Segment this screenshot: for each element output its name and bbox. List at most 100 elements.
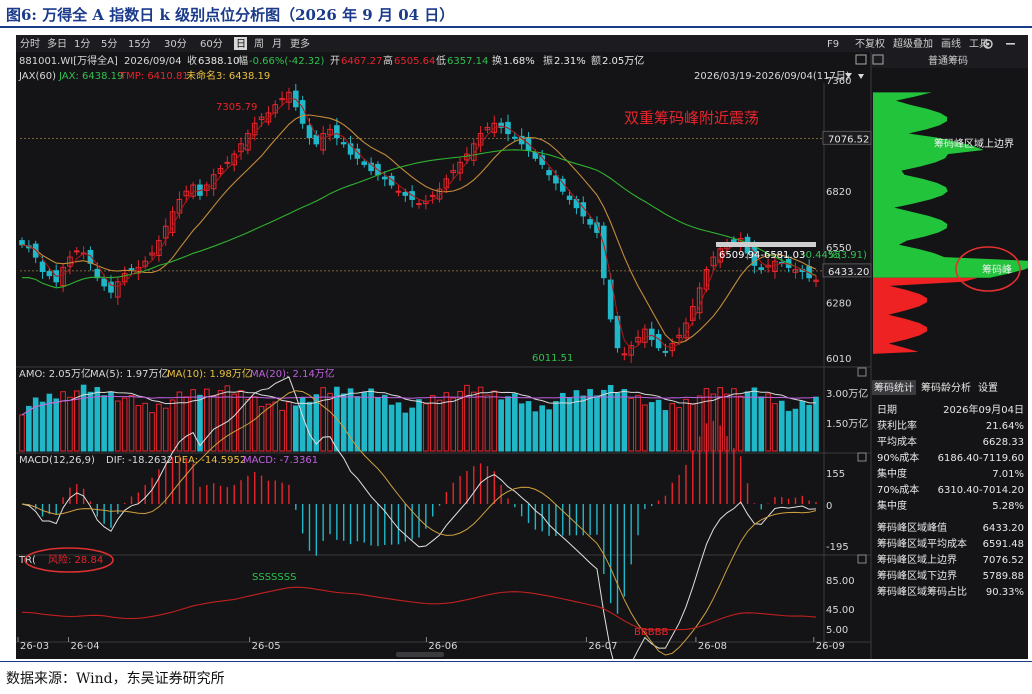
candle bbox=[484, 122, 491, 134]
volume-bar bbox=[635, 394, 641, 452]
minus-icon[interactable] bbox=[1006, 43, 1015, 45]
macd-dif: DIF: -18.2632 bbox=[106, 455, 173, 466]
candle bbox=[190, 181, 196, 200]
stat-label-4: 集中度 bbox=[877, 467, 907, 480]
turnover-label: 换 bbox=[492, 54, 502, 67]
stat-value-3: 6186.40-7119.60 bbox=[938, 453, 1024, 464]
panel-toggle-2[interactable] bbox=[857, 452, 867, 462]
stat-tab-2[interactable]: 设置 bbox=[978, 382, 998, 394]
volume-bar bbox=[648, 402, 655, 452]
quote-line: 881001.WI[万得全A] 2026/09/04 收 6388.10 幅 -… bbox=[19, 54, 644, 67]
stat-value-4: 7.01% bbox=[992, 469, 1024, 480]
indicator-name: JAX(60) bbox=[18, 71, 56, 82]
volume-bar bbox=[210, 395, 217, 452]
volume-bar bbox=[149, 412, 155, 452]
period-tab-8[interactable]: 周 bbox=[254, 38, 264, 50]
vol-ma20: MA(20): 2.14万亿 bbox=[250, 367, 335, 380]
period-tab-5[interactable]: 30分 bbox=[164, 38, 187, 50]
volume-bar bbox=[491, 390, 498, 452]
scrollbar[interactable] bbox=[396, 652, 444, 657]
change-value: -0.66%(-42.32) bbox=[249, 56, 325, 67]
toolbar-item-3[interactable]: 画线 bbox=[941, 37, 961, 50]
candle bbox=[60, 263, 66, 293]
volume-bar bbox=[594, 395, 600, 452]
candle bbox=[183, 185, 190, 203]
volume-bar bbox=[806, 404, 812, 452]
volume-bar bbox=[566, 397, 573, 452]
volume-bar bbox=[368, 388, 374, 452]
toolbar-item-1[interactable]: 不复权 bbox=[855, 37, 885, 50]
period-tab-6[interactable]: 60分 bbox=[200, 38, 223, 50]
volume-bar bbox=[231, 393, 237, 452]
candle bbox=[594, 216, 600, 239]
date-axis: 26-03 26-04 26-05 26-06 26-07 26-08 26-09 bbox=[17, 637, 845, 652]
panel-toggle-1[interactable] bbox=[857, 367, 867, 377]
toolbar-item-2[interactable]: 超级叠加 bbox=[893, 37, 933, 50]
low-label: 低 bbox=[436, 54, 446, 67]
chip-stat-tabs: 筹码统计 筹码龄分析 设置 bbox=[872, 380, 998, 395]
amplitude-value: 2.31% bbox=[554, 56, 586, 67]
macd-axis-bottom: -195 bbox=[826, 542, 849, 553]
toolbar-item-0[interactable]: F9 bbox=[827, 39, 839, 50]
period-tab-10[interactable]: 更多 bbox=[290, 37, 310, 50]
peak-label-3: 筹码峰区域下边界 bbox=[877, 569, 957, 582]
volume-bar bbox=[251, 396, 258, 452]
unnamed-value: 未命名3: 6438.19 bbox=[186, 69, 270, 82]
volume-bar bbox=[785, 410, 792, 452]
candle bbox=[553, 169, 559, 191]
period-tab-3[interactable]: 5分 bbox=[101, 38, 117, 50]
volume-bar bbox=[67, 396, 73, 452]
volume-bar bbox=[388, 404, 395, 452]
price-box-label-1: 6433.20 bbox=[828, 267, 869, 278]
period-tab-7[interactable]: 日 bbox=[236, 39, 246, 50]
candle bbox=[491, 115, 498, 138]
volume-bar bbox=[361, 392, 368, 452]
candle bbox=[806, 259, 812, 282]
candle bbox=[573, 195, 580, 215]
volume-bar bbox=[573, 390, 580, 452]
period-tab-2[interactable]: 1分 bbox=[74, 38, 90, 50]
candle bbox=[149, 245, 155, 260]
volume-bar bbox=[354, 396, 361, 452]
stat-label-5: 70%成本 bbox=[877, 483, 919, 496]
panel-toggle-3[interactable] bbox=[857, 554, 867, 564]
period-tab-1[interactable]: 多日 bbox=[47, 37, 67, 50]
date-label-1: 26-04 bbox=[71, 641, 100, 652]
change-label: 幅 bbox=[238, 54, 248, 67]
amount-label: 额 bbox=[591, 54, 601, 67]
volume-bar bbox=[327, 392, 333, 452]
chevron-down-icon[interactable] bbox=[858, 74, 864, 79]
peak-value-2: 7076.52 bbox=[983, 555, 1024, 566]
amo-value: AMO: 2.05万亿 bbox=[19, 367, 91, 380]
stat-tab-0[interactable]: 筹码统计 bbox=[874, 381, 914, 394]
peak-label-4: 筹码峰区域筹码占比 bbox=[877, 585, 967, 598]
period-tab-4[interactable]: 15分 bbox=[128, 38, 151, 50]
date-label-3: 26-06 bbox=[428, 641, 457, 652]
stat-tab-1[interactable]: 筹码龄分析 bbox=[921, 381, 971, 394]
candle bbox=[115, 277, 121, 305]
period-tab-9[interactable]: 月 bbox=[272, 38, 282, 50]
price-label-4: 6280 bbox=[826, 298, 851, 309]
panel-icon-a[interactable] bbox=[855, 54, 867, 65]
peak-label-1: 筹码峰区域平均成本 bbox=[877, 537, 967, 550]
candle bbox=[546, 167, 552, 181]
volume-bar bbox=[128, 395, 135, 452]
jax-value: JAX: 6438.19 bbox=[58, 71, 123, 82]
period-tab-0[interactable]: 分时 bbox=[20, 38, 40, 50]
peak-value-3: 5789.88 bbox=[983, 571, 1024, 582]
volume-bar bbox=[669, 403, 676, 452]
candle-body bbox=[19, 240, 25, 246]
price-axis: 7360709068206550628060107076.526433.20 bbox=[822, 76, 872, 365]
peak-label-2: 筹码峰区域上边界 bbox=[877, 553, 957, 566]
volume-bar bbox=[190, 389, 196, 452]
tmp-value: TMP: 6410.81 bbox=[119, 71, 189, 82]
volume-bar bbox=[272, 401, 279, 452]
volume-bar bbox=[436, 399, 443, 452]
volume-bar bbox=[518, 403, 525, 452]
quote-code: 881001.WI[万得全A] bbox=[19, 54, 118, 67]
tr-line bbox=[21, 586, 817, 631]
volume-bar bbox=[737, 395, 744, 452]
volume-bar bbox=[39, 401, 46, 452]
candle-body bbox=[395, 190, 402, 193]
chip-type-tab[interactable]: 普通筹码 bbox=[928, 54, 968, 67]
